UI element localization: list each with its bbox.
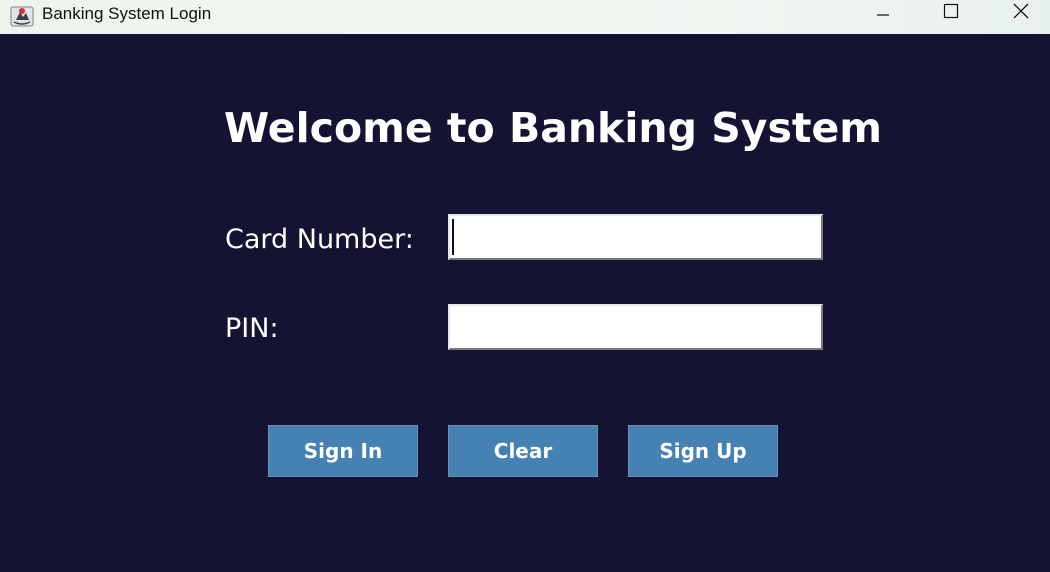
maximize-icon <box>943 3 959 24</box>
text-caret <box>452 219 454 255</box>
minimize-icon <box>875 3 891 24</box>
sign-in-button[interactable]: Sign In <box>268 425 418 477</box>
maximize-button[interactable] <box>928 0 974 26</box>
card-number-label: Card Number: <box>225 224 414 255</box>
java-app-icon <box>10 4 34 28</box>
title-bar[interactable]: Banking System Login <box>0 0 1050 34</box>
card-number-input[interactable] <box>448 214 823 260</box>
pin-input[interactable] <box>448 304 823 350</box>
pin-label: PIN: <box>225 313 279 344</box>
login-window: Banking System Login Welcome to Banking … <box>0 0 1050 572</box>
minimize-button[interactable] <box>860 0 906 26</box>
clear-button[interactable]: Clear <box>448 425 598 477</box>
close-button[interactable] <box>998 0 1044 26</box>
page-title: Welcome to Banking System <box>224 104 882 152</box>
window-title: Banking System Login <box>42 4 212 23</box>
sign-up-button[interactable]: Sign Up <box>628 425 778 477</box>
close-icon <box>1012 2 1030 25</box>
